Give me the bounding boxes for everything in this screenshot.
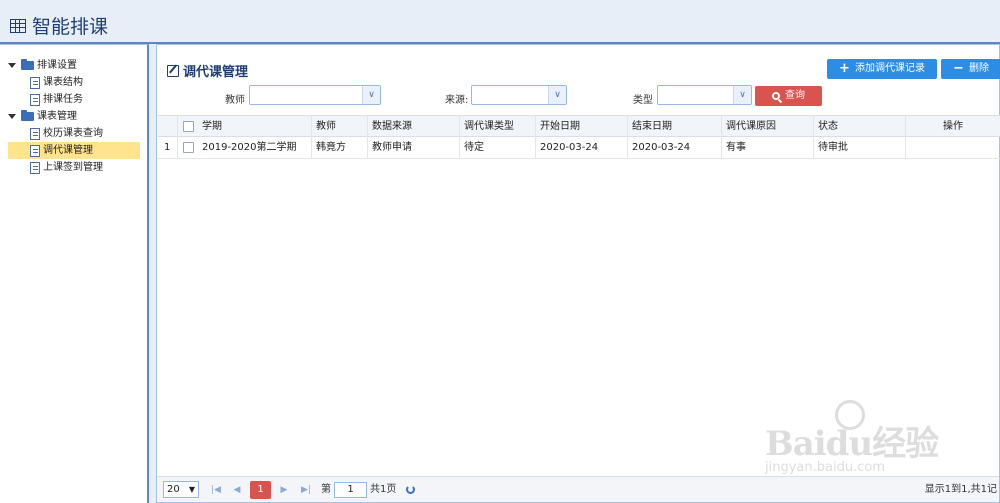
document-icon [30,144,40,157]
chevron-down-icon[interactable]: ∨ [548,86,566,104]
page-title: 调代课管理 [167,61,248,80]
total-pages-label: 共1页 [370,484,397,495]
type-combobox[interactable]: ∨ [657,85,752,105]
current-page-button[interactable]: 1 [250,481,271,499]
watermark-url: jingyan.baidu.com [765,460,885,475]
last-page-icon[interactable]: ▶| [297,481,315,499]
page-size-value: 20 [167,484,180,495]
table-row[interactable]: 1 2019-2020第二学期 韩竟方 教师申请 待定 2020-03-24 2… [158,137,1000,159]
select-all-checkbox[interactable] [183,121,194,132]
chevron-down-icon[interactable]: ∨ [362,86,380,104]
row-number: 1 [158,137,178,159]
caret-down-icon[interactable] [8,114,16,119]
first-page-icon[interactable]: |◀ [207,481,225,499]
cell-reason: 有事 [722,137,814,159]
table-header-row: 学期 教师 数据来源 调代课类型 开始日期 结束日期 调代课原因 状态 操作 [158,115,1000,138]
query-button[interactable]: 查询 [755,86,822,106]
document-icon [30,93,40,106]
sidebar-item-label: 上课签到管理 [43,162,103,173]
column-header-end-date[interactable]: 结束日期 [628,116,722,138]
document-icon [30,76,40,89]
document-icon [30,161,40,174]
tree-group-timetable-management[interactable]: 课表管理 [8,108,77,125]
cell-actions[interactable] [906,137,1000,159]
document-icon [30,127,40,140]
column-header-teacher[interactable]: 教师 [312,116,368,138]
sidebar-item-substitution-management[interactable]: 调代课管理 [8,142,140,159]
column-header-start-date[interactable]: 开始日期 [536,116,628,138]
table-grid-icon [10,18,26,33]
folder-open-icon [21,110,34,121]
source-filter-label: 来源: [445,95,469,106]
prev-page-icon[interactable]: ◀ [228,481,246,499]
sidebar-nav: 排课设置 课表结构 排课任务 课表管理 校历课表查询 调代课管理 上课签到管理 [0,44,149,503]
type-filter-label: 类型 [633,95,653,106]
sidebar-item-scheduling-tasks[interactable]: 排课任务 [30,91,83,108]
delete-label: 删除 [968,63,989,74]
cell-status: 待审批 [814,137,906,159]
tree-group-label: 课表管理 [37,111,77,122]
sidebar-item-calendar-query[interactable]: 校历课表查询 [30,125,103,142]
baidu-watermark: Baidu经验 jingyan.baidu.com [765,400,995,480]
sidebar-item-attendance-management[interactable]: 上课签到管理 [30,159,103,176]
add-record-label: 添加调代课记录 [854,63,925,74]
chevron-down-icon[interactable]: ∨ [733,86,751,104]
query-label: 查询 [785,90,805,101]
column-header-substitution-type[interactable]: 调代课类型 [460,116,536,138]
app-header: 智能排课 [0,0,1000,44]
caret-down-icon: ▼ [188,485,195,494]
edit-icon [167,64,179,77]
watermark-brand: Baidu经验 [765,424,939,464]
add-record-button[interactable]: + 添加调代课记录 [827,59,937,79]
minus-icon: − [953,61,964,76]
app-title: 智能排课 [10,12,108,39]
page-prefix-label: 第 [321,484,331,495]
pager-summary: 显示1到1,共1记 [924,484,997,495]
cell-data-source: 教师申请 [368,137,460,159]
folder-open-icon [21,59,34,70]
column-header-status[interactable]: 状态 [814,116,906,138]
caret-down-icon[interactable] [8,63,16,68]
substitution-table: 学期 教师 数据来源 调代课类型 开始日期 结束日期 调代课原因 状态 操作 1… [158,115,1000,159]
delete-button[interactable]: − 删除 [941,59,1000,79]
next-page-icon[interactable]: ▶ [275,481,293,499]
sidebar-item-label: 排课任务 [43,94,83,105]
app-title-text: 智能排课 [32,16,109,38]
page-number-input[interactable]: 1 [334,482,367,498]
row-number-header [158,116,178,138]
cell-end-date: 2020-03-24 [628,137,722,159]
sidebar-item-label: 调代课管理 [43,145,93,156]
cell-semester: 2019-2020第二学期 [198,137,312,159]
column-header-data-source[interactable]: 数据来源 [368,116,460,138]
sidebar-item-label: 校历课表查询 [43,128,103,139]
cell-teacher: 韩竟方 [312,137,368,159]
search-icon [772,92,780,100]
column-header-actions: 操作 [943,121,963,132]
source-combobox[interactable]: ∨ [471,85,567,105]
page-size-select[interactable]: 20 ▼ [163,481,199,498]
teacher-filter-label: 教师 [225,95,245,106]
cell-start-date: 2020-03-24 [536,137,628,159]
page-title-text: 调代课管理 [183,65,249,80]
tree-group-schedule-settings[interactable]: 排课设置 [8,57,77,74]
column-header-semester[interactable]: 学期 [198,116,312,138]
sidebar-item-label: 课表结构 [43,77,83,88]
cell-substitution-type: 待定 [460,137,536,159]
column-header-reason[interactable]: 调代课原因 [722,116,814,138]
row-checkbox[interactable] [183,142,194,153]
teacher-combobox[interactable]: ∨ [249,85,381,105]
sidebar-item-timetable-structure[interactable]: 课表结构 [30,74,83,91]
tree-group-label: 排课设置 [37,60,77,71]
refresh-icon[interactable] [406,485,415,494]
plus-icon: + [839,61,850,76]
